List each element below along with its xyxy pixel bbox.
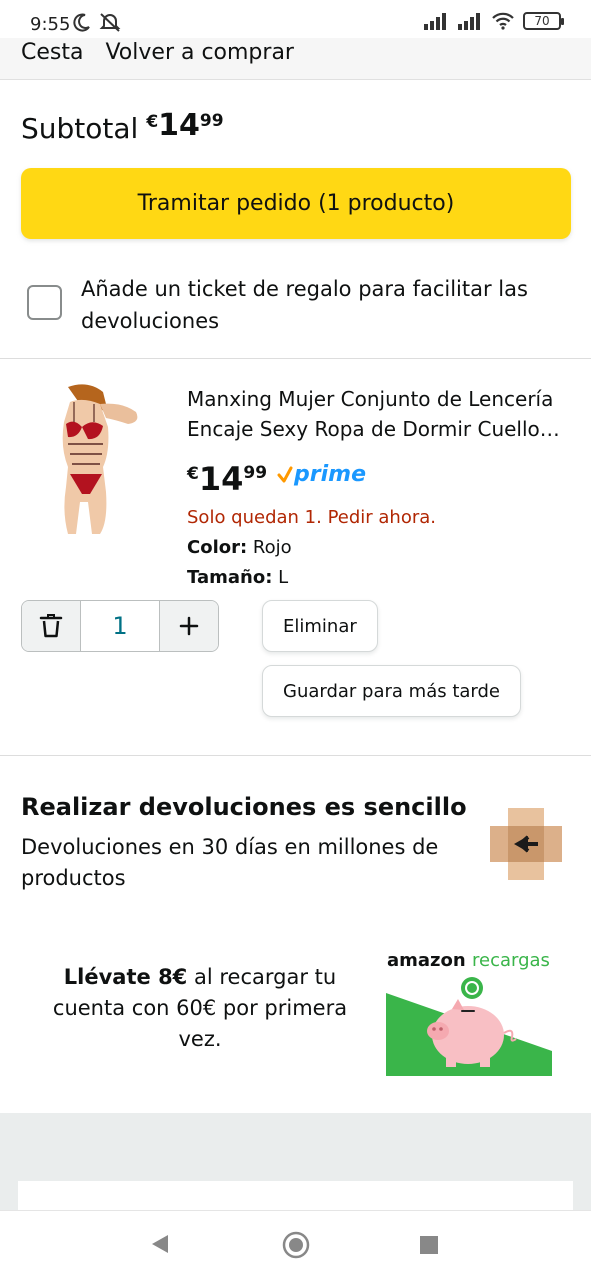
battery-icon: 70 [523,12,564,30]
recarga-bold-text: Llévate 8€ [63,965,188,989]
recarga-text[interactable]: Llévate 8€ al recargar tu cuenta con 60€… [40,962,360,1055]
subtotal-whole: 14 [158,108,200,143]
product-price: € 14 99 [187,460,267,498]
divider [0,358,591,359]
product-title-line2: Encaje Sexy Ropa de Dormir Cuello… [187,417,560,441]
status-icons-right: 70 [423,12,564,30]
size-row: Tamaño: L [187,567,288,588]
trash-icon [39,614,63,638]
gift-text-line2: devoluciones [81,309,220,333]
product-price-whole: 14 [198,460,244,498]
gift-text: Añade un ticket de regalo para facilitar… [81,273,528,337]
plus-icon [179,616,199,636]
prime-check-icon [277,466,293,482]
prime-badge: prime [277,462,366,487]
subtotal-label: Subtotal [21,112,139,145]
back-icon[interactable] [150,1233,170,1255]
product-image[interactable] [48,382,143,535]
silent-icon [99,13,121,32]
nav-cart[interactable]: Cesta [21,38,83,65]
top-nav: Cesta Volver a comprar [0,38,591,80]
logo-amazon: amazon [387,950,466,971]
status-icons-left [72,12,122,32]
delete-button[interactable]: Eliminar [262,600,378,652]
product-title-line1: Manxing Mujer Conjunto de Lencería [187,387,554,411]
wifi-icon [492,12,514,30]
returns-title: Realizar devoluciones es sencillo [21,793,467,821]
recents-icon[interactable] [419,1235,439,1255]
subtotal-currency: € [146,112,159,132]
home-icon[interactable] [282,1231,310,1259]
subtotal-price: € 14 99 [146,108,223,143]
return-box-icon [490,808,562,880]
checkout-button[interactable]: Tramitar pedido (1 producto) [21,168,571,239]
size-label: Tamaño: [187,567,273,588]
signal-icon [458,13,480,30]
stock-warning: Solo quedan 1. Pedir ahora. [187,507,437,528]
color-value: Rojo [252,537,292,558]
android-nav-bar [0,1210,591,1280]
content-card [18,1181,573,1211]
nav-buy-again[interactable]: Volver a comprar [105,38,294,65]
product-title[interactable]: Manxing Mujer Conjunto de Lencería Encaj… [187,384,577,444]
color-row: Color: Rojo [187,537,292,558]
logo-recargas: recargas [472,950,550,971]
color-label: Color: [187,537,248,558]
quantity-stepper: 1 [21,600,219,652]
gift-option[interactable]: Añade un ticket de regalo para facilitar… [27,273,577,337]
subtotal: Subtotal € 14 99 [21,108,224,145]
gift-text-line1: Añade un ticket de regalo para facilitar… [81,277,528,301]
product-price-fraction: 99 [243,463,268,483]
divider [0,755,591,756]
subtotal-fraction: 99 [199,111,224,131]
size-value: L [278,567,289,588]
status-time: 9:55 [30,14,71,35]
prime-text: prime [294,462,366,487]
delete-item-button[interactable] [22,601,80,651]
product-currency: € [187,464,199,484]
piggy-bank-image[interactable] [386,975,552,1076]
gift-checkbox[interactable] [27,285,62,320]
save-for-later-button[interactable]: Guardar para más tarde [262,665,521,717]
returns-text: Devoluciones en 30 días en millones de p… [21,835,439,890]
amazon-recargas-logo: amazon recargas [387,950,550,971]
quantity-value[interactable]: 1 [80,601,160,651]
moon-icon [73,13,90,32]
increase-quantity-button[interactable] [160,601,218,651]
signal-icon [424,13,446,30]
